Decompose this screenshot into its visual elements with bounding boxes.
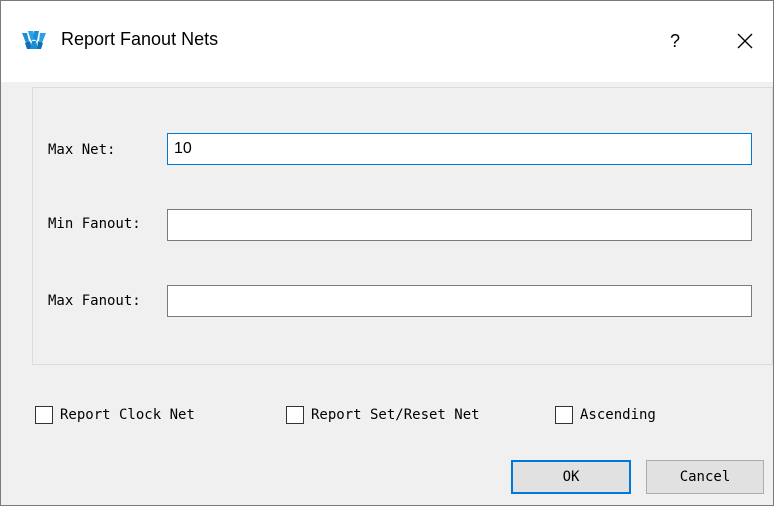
title-bar[interactable]: Report Fanout Nets ?: [1, 1, 773, 82]
checkbox-box[interactable]: [35, 406, 53, 424]
max-fanout-label: Max Fanout:: [48, 293, 141, 309]
report-clock-net-label: Report Clock Net: [60, 407, 195, 423]
ascending-label: Ascending: [580, 407, 656, 423]
checkbox-box[interactable]: [286, 406, 304, 424]
report-clock-net-checkbox[interactable]: Report Clock Net: [35, 404, 195, 426]
min-fanout-input[interactable]: [167, 209, 752, 241]
max-net-input[interactable]: [167, 133, 752, 165]
report-set-reset-net-checkbox[interactable]: Report Set/Reset Net: [286, 404, 480, 426]
close-button[interactable]: [725, 21, 765, 61]
dialog-window: Report Fanout Nets ? Max Net: Min Fanout…: [0, 0, 774, 506]
ascending-checkbox[interactable]: Ascending: [555, 404, 656, 426]
cancel-button[interactable]: Cancel: [646, 460, 764, 494]
max-net-label: Max Net:: [48, 142, 116, 158]
window-title: Report Fanout Nets: [61, 29, 219, 49]
checkbox-box[interactable]: [555, 406, 573, 424]
max-fanout-input[interactable]: [167, 285, 752, 317]
ok-button[interactable]: OK: [511, 460, 631, 494]
report-set-reset-net-label: Report Set/Reset Net: [311, 407, 480, 423]
close-icon: [737, 33, 753, 49]
help-button[interactable]: ?: [655, 21, 695, 61]
min-fanout-label: Min Fanout:: [48, 216, 141, 232]
app-logo-icon: [22, 31, 46, 49]
